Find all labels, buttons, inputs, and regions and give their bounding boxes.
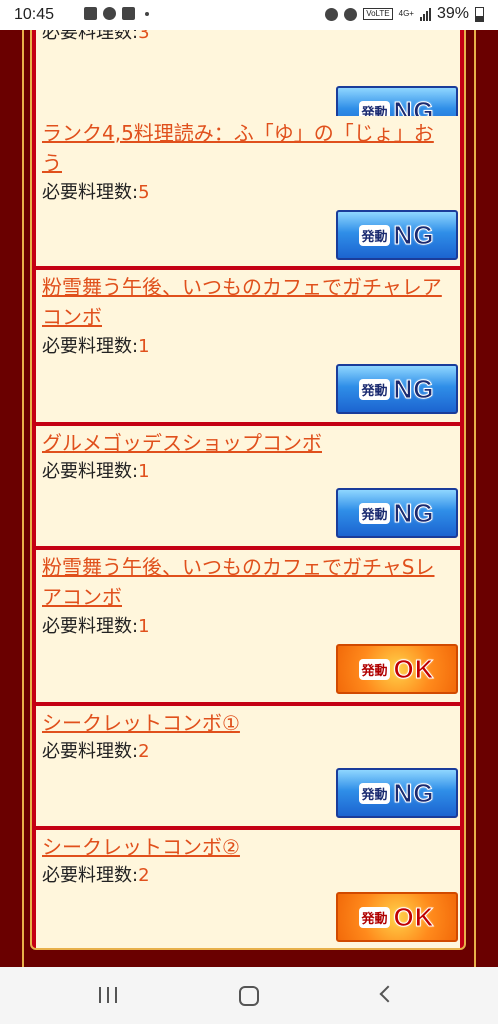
system-nav-bar bbox=[0, 967, 498, 1024]
combo-requirement: 必要料理数:3 bbox=[42, 30, 150, 43]
combo-card: グルメゴッデスショップコンボ 必要料理数:1 発動 NG bbox=[36, 426, 460, 546]
alarm-icon bbox=[325, 7, 339, 21]
combo-requirement: 必要料理数:1 bbox=[42, 616, 150, 637]
combo-title[interactable]: 粉雪舞う午後、いつものカフェでガチャレアコンボ bbox=[42, 272, 452, 332]
combo-card: 粉雪舞う午後、いつものカフェでガチャレアコンボ 必要料理数:1 発動 NG bbox=[36, 270, 460, 422]
battery-percent: 39% bbox=[436, 5, 469, 22]
battery-icon bbox=[475, 6, 484, 22]
left-border-line bbox=[22, 30, 24, 967]
back-icon bbox=[379, 985, 397, 1003]
notification-icons bbox=[84, 7, 149, 20]
image-icon bbox=[84, 7, 97, 20]
combo-requirement: 必要料理数:1 bbox=[42, 336, 150, 357]
network-type: 4G+ bbox=[398, 9, 414, 18]
combo-requirement: 必要料理数:2 bbox=[42, 865, 150, 886]
right-border-line bbox=[474, 30, 476, 967]
system-icons: VoLTE 4G+ 39% bbox=[325, 5, 484, 23]
combo-list-page[interactable]: 必要料理数:3 発動 NG ランク4,5料理読み：ふ「ゆ」の「じょ」おう 必要料理… bbox=[0, 30, 498, 967]
recents-button[interactable] bbox=[88, 981, 128, 1011]
combo-title[interactable]: ランク4,5料理読み：ふ「ゆ」の「じょ」おう bbox=[42, 118, 452, 178]
combo-card: シークレットコンボ① 必要料理数:2 発動 NG bbox=[36, 706, 460, 826]
signal-icon bbox=[419, 7, 431, 21]
youtube-icon bbox=[122, 7, 135, 20]
combo-title[interactable]: シークレットコンボ② bbox=[42, 832, 452, 862]
combo-card: ランク4,5料理読み：ふ「ゆ」の「じょ」おう 必要料理数:5 発動 NG bbox=[36, 116, 460, 266]
combo-title[interactable]: シークレットコンボ① bbox=[42, 708, 452, 738]
combo-requirement: 必要料理数:1 bbox=[42, 461, 150, 482]
back-button[interactable] bbox=[368, 981, 408, 1011]
game-icon bbox=[103, 7, 116, 20]
combo-requirement: 必要料理数:5 bbox=[42, 182, 150, 203]
activation-ng-badge: 発動 NG bbox=[336, 364, 458, 414]
status-time: 10:45 bbox=[14, 6, 55, 23]
combo-card: シークレットコンボ② 必要料理数:2 発動 OK bbox=[36, 830, 460, 948]
recents-icon bbox=[99, 987, 117, 1003]
activation-ok-badge: 発動 OK bbox=[336, 644, 458, 694]
combo-title[interactable]: 粉雪舞う午後、いつものカフェでガチャSレアコンボ bbox=[42, 552, 452, 612]
activation-ok-badge: 発動 OK bbox=[336, 892, 458, 942]
combo-card: 粉雪舞う午後、いつものカフェでガチャSレアコンボ 必要料理数:1 発動 OK bbox=[36, 550, 460, 702]
activation-ng-badge: 発動 NG bbox=[336, 488, 458, 538]
volte-indicator: VoLTE bbox=[363, 8, 393, 20]
more-dot-icon bbox=[145, 11, 149, 16]
activation-ng-badge: 発動 NG bbox=[336, 210, 458, 260]
home-button[interactable] bbox=[228, 981, 268, 1011]
activation-ng-badge: 発動 NG bbox=[336, 768, 458, 818]
home-icon bbox=[239, 986, 259, 1006]
status-bar: 10:45 VoLTE 4G+ 39% bbox=[0, 0, 498, 30]
location-icon bbox=[344, 7, 358, 21]
combo-requirement: 必要料理数:2 bbox=[42, 741, 150, 762]
combo-title[interactable]: グルメゴッデスショップコンボ bbox=[42, 428, 452, 458]
